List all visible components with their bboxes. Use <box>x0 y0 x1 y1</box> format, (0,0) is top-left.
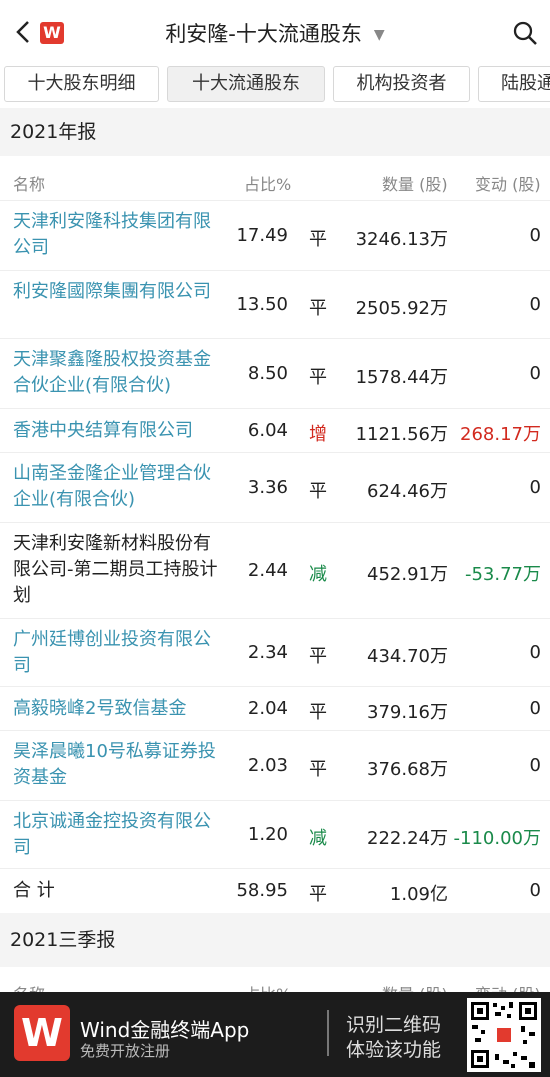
total-pct: 58.95 <box>236 880 288 901</box>
table-row[interactable]: 天津利安隆科技集团有限公司 17.49 平 3246.13万 0 <box>0 200 550 270</box>
table-row[interactable]: 高毅晓峰2号致信基金 2.04 平 379.16万 0 <box>0 686 550 730</box>
holder-change: 0 <box>529 363 541 384</box>
page-title[interactable]: 利安隆-十大流通股东 ▼ <box>0 18 550 48</box>
table-row[interactable]: 香港中央结算有限公司 6.04 增 1121.56万 268.17万 <box>0 408 550 452</box>
total-change: 0 <box>529 880 541 901</box>
holder-change: 0 <box>529 642 541 663</box>
holder-qty: 376.68万 <box>367 759 448 780</box>
change-flag: 平 <box>309 298 327 319</box>
qr-code-icon[interactable] <box>467 998 541 1072</box>
top-bar: W 利安隆-十大流通股东 ▼ <box>0 0 550 64</box>
table-header: 名称 占比% 数量 (股) 变动 (股) <box>0 158 550 202</box>
holder-qty: 1578.44万 <box>355 367 448 388</box>
change-flag: 平 <box>309 702 327 723</box>
holder-name[interactable]: 香港中央结算有限公司 <box>13 418 218 444</box>
holder-pct: 13.50 <box>236 294 288 315</box>
holder-pct: 1.20 <box>247 824 288 845</box>
holder-name[interactable]: 广州廷博创业投资有限公司 <box>13 627 218 679</box>
holder-qty: 3246.13万 <box>355 229 448 250</box>
tab-stock-connect[interactable]: 陆股通 <box>478 66 550 102</box>
holder-qty: 379.16万 <box>367 702 448 723</box>
holder-change: 268.17万 <box>460 424 541 445</box>
holder-name[interactable]: 高毅晓峰2号致信基金 <box>13 696 218 722</box>
change-flag: 平 <box>309 229 327 250</box>
table-row[interactable]: 广州廷博创业投资有限公司 2.34 平 434.70万 0 <box>0 618 550 686</box>
qr-hint-line1: 识别二维码 <box>346 1014 442 1036</box>
tab-top10-float-holders[interactable]: 十大流通股东 <box>167 66 325 102</box>
holder-change: 0 <box>529 755 541 776</box>
qr-hint-line2: 体验该功能 <box>346 1039 442 1061</box>
search-icon[interactable] <box>510 18 540 48</box>
col-change-header: 变动 (股) <box>475 175 541 194</box>
change-flag: 减 <box>309 564 327 585</box>
holder-change: 0 <box>529 225 541 246</box>
chevron-down-icon[interactable]: ▼ <box>374 27 385 43</box>
promo-app-name: Wind金融终端App <box>80 1018 250 1042</box>
holder-name[interactable]: 北京诚通金控投资有限公司 <box>13 809 218 861</box>
col-pct-header: 占比% <box>244 175 292 194</box>
table-row[interactable]: 天津聚鑫隆股权投资基金合伙企业(有限合伙) 8.50 平 1578.44万 0 <box>0 338 550 408</box>
col-qty-header: 数量 (股) <box>382 175 448 194</box>
holder-change: 0 <box>529 477 541 498</box>
holder-qty: 434.70万 <box>367 646 448 667</box>
total-qty: 1.09亿 <box>389 884 448 905</box>
wind-logo-icon: W <box>14 1005 70 1061</box>
holder-name[interactable]: 山南圣金隆企业管理合伙企业(有限合伙) <box>13 461 218 513</box>
change-flag: 平 <box>309 646 327 667</box>
holder-change: -110.00万 <box>453 828 541 849</box>
holder-qty: 452.91万 <box>367 564 448 585</box>
holder-qty: 222.24万 <box>367 828 448 849</box>
holder-name[interactable]: 天津利安隆科技集团有限公司 <box>13 209 218 261</box>
holder-name[interactable]: 天津聚鑫隆股权投资基金合伙企业(有限合伙) <box>13 347 218 399</box>
change-flag: 平 <box>309 759 327 780</box>
section-title-2021-annual: 2021年报 <box>0 108 550 156</box>
table-row[interactable]: 昊泽晨曦10号私募证券投资基金 2.03 平 376.68万 0 <box>0 730 550 800</box>
change-flag: 减 <box>309 828 327 849</box>
holder-change: 0 <box>529 294 541 315</box>
holder-pct: 2.34 <box>247 642 288 663</box>
change-flag: 平 <box>309 367 327 388</box>
holder-name[interactable]: 昊泽晨曦10号私募证券投资基金 <box>13 739 218 791</box>
holder-name: 天津利安隆新材料股份有限公司-第二期员工持股计划 <box>13 533 218 606</box>
holder-name[interactable]: 利安隆國際集團有限公司 <box>13 279 218 305</box>
tab-top10-holders[interactable]: 十大股东明细 <box>4 66 159 102</box>
table-row[interactable]: 天津利安隆新材料股份有限公司-第二期员工持股计划 2.44 减 452.91万 … <box>0 522 550 618</box>
app-promo-banner[interactable]: W Wind金融终端App 免费开放注册 识别二维码 体验该功能 <box>0 992 550 1077</box>
total-label: 合 计 <box>13 880 55 901</box>
holder-pct: 6.04 <box>247 420 288 441</box>
table-row[interactable]: 利安隆國際集團有限公司 13.50 平 2505.92万 0 <box>0 270 550 338</box>
holder-pct: 3.36 <box>247 477 288 498</box>
promo-subtitle: 免费开放注册 <box>80 1042 171 1060</box>
holder-pct: 2.04 <box>247 698 288 719</box>
holder-change: 0 <box>529 698 541 719</box>
holder-pct: 8.50 <box>247 363 288 384</box>
tab-institutional-investors[interactable]: 机构投资者 <box>333 66 470 102</box>
holder-qty: 624.46万 <box>367 481 448 502</box>
divider <box>327 1010 329 1056</box>
holder-qty: 1121.56万 <box>355 424 448 445</box>
total-row: 合 计 58.95 平 1.09亿 0 <box>0 868 550 912</box>
holder-pct: 2.44 <box>247 560 288 581</box>
holder-qty: 2505.92万 <box>355 298 448 319</box>
total-flag: 平 <box>309 884 327 905</box>
change-flag: 增 <box>309 424 327 445</box>
holder-change: -53.77万 <box>464 564 541 585</box>
tab-bar: 十大股东明细 十大流通股东 机构投资者 陆股通 <box>0 66 550 104</box>
holder-pct: 2.03 <box>247 755 288 776</box>
table-row[interactable]: 山南圣金隆企业管理合伙企业(有限合伙) 3.36 平 624.46万 0 <box>0 452 550 522</box>
change-flag: 平 <box>309 481 327 502</box>
page-title-text: 利安隆-十大流通股东 <box>165 22 362 46</box>
section-title-2021-q3: 2021三季报 <box>0 913 550 967</box>
table-row[interactable]: 北京诚通金控投资有限公司 1.20 减 222.24万 -110.00万 <box>0 800 550 868</box>
col-name-header: 名称 <box>13 175 46 194</box>
holder-pct: 17.49 <box>236 225 288 246</box>
